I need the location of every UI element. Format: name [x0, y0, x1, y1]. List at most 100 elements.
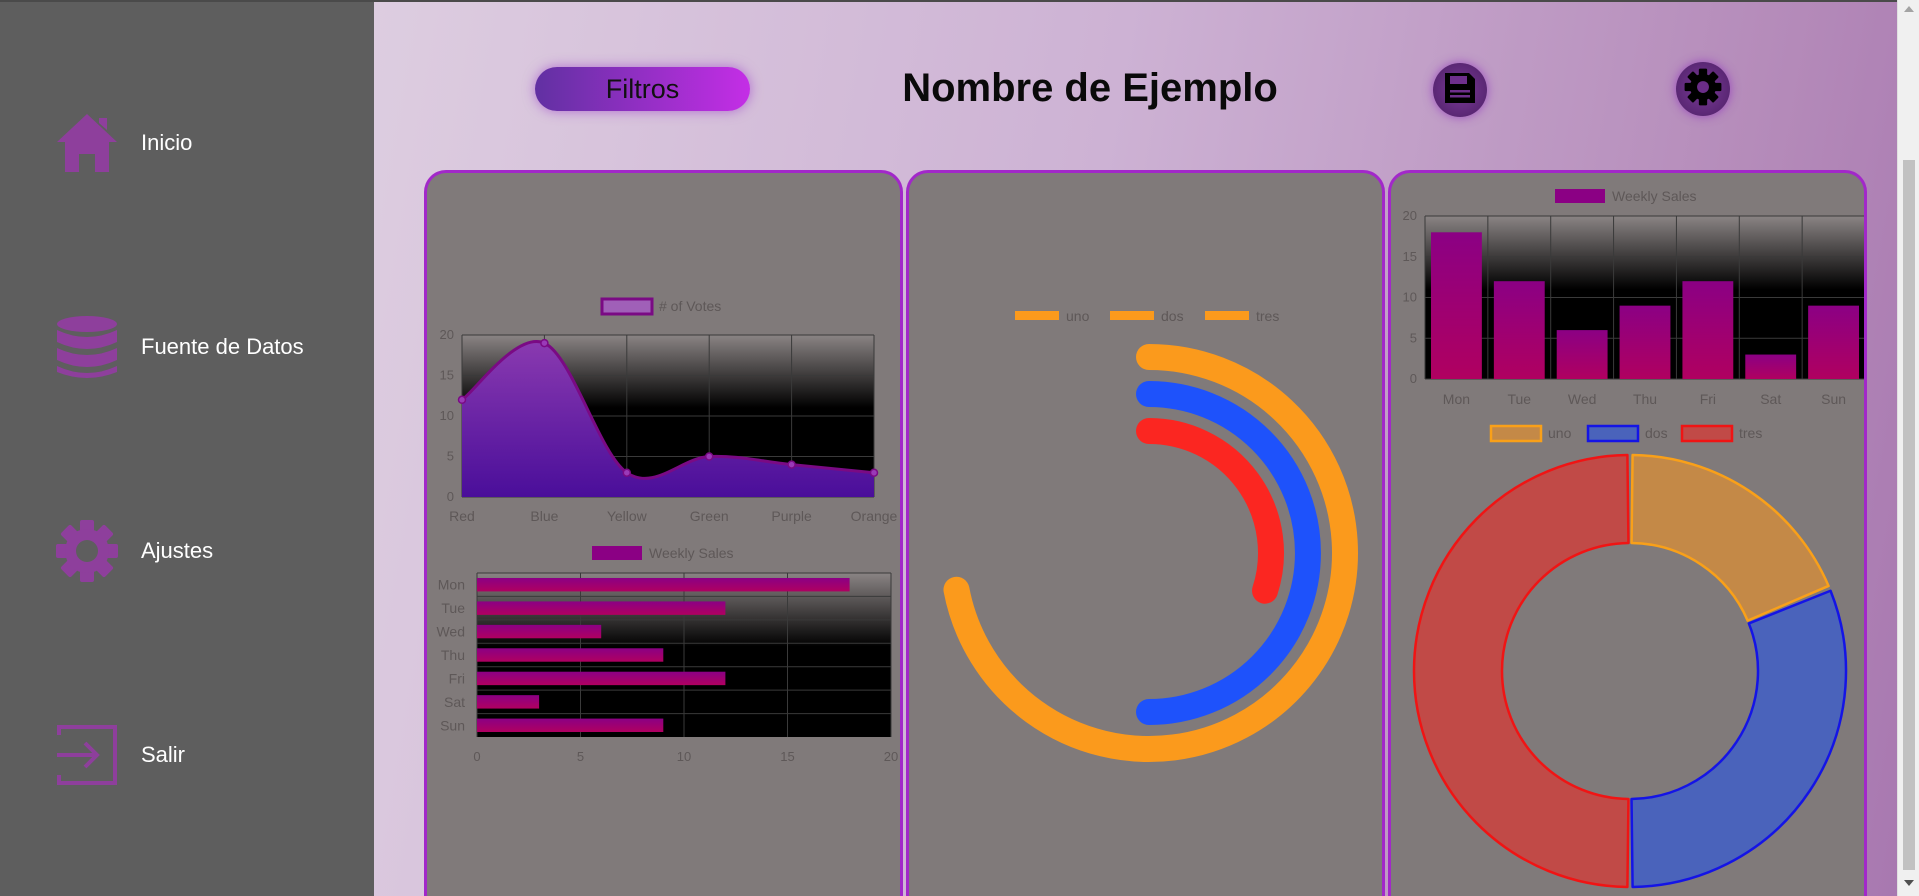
- y-tick-label: 15: [440, 368, 454, 383]
- x-tick-label: Sat: [1760, 391, 1781, 407]
- chart-panel-right: 0 5 10 15 20 Mon Tue Wed Thu Fri Sat Sun Weekly Sale…: [1388, 170, 1867, 896]
- donut-slice-uno: [1630, 453, 1830, 622]
- legend-label: Weekly Sales: [649, 545, 734, 561]
- sidebar-item-salir[interactable]: Salir: [54, 722, 185, 788]
- y-tick-label: 0: [447, 489, 454, 504]
- hbar-bar: [477, 648, 664, 662]
- x-tick-label: Orange: [851, 508, 898, 524]
- legend-label: uno: [1066, 308, 1090, 324]
- legend-label: dos: [1645, 425, 1668, 441]
- y-tick-label: Sun: [440, 717, 465, 733]
- legend-swatch: [1205, 311, 1249, 320]
- hbar-bar: [477, 695, 540, 709]
- right-charts-svg: 0 5 10 15 20 Mon Tue Wed Thu Fri Sat Sun Weekly Sale…: [1403, 188, 1864, 889]
- x-tick-label: 5: [577, 749, 584, 764]
- line-point: [704, 452, 714, 461]
- x-tick-label: 15: [780, 749, 794, 764]
- y-tick-label: 10: [1403, 290, 1417, 305]
- y-tick-label: Mon: [438, 577, 465, 593]
- x-tick-label: 20: [884, 749, 898, 764]
- line-point: [869, 468, 879, 477]
- legend-label: tres: [1256, 308, 1279, 324]
- scroll-up-arrow-icon[interactable]: [1904, 6, 1914, 12]
- save-icon: [1443, 71, 1477, 110]
- legend-label: uno: [1548, 425, 1572, 441]
- hbar-bar: [477, 718, 664, 732]
- home-icon: [54, 110, 119, 176]
- gear-icon: [1684, 68, 1722, 111]
- y-tick-label: 5: [447, 449, 454, 464]
- settings-button[interactable]: [1676, 62, 1730, 116]
- chart-panel-middle: uno dos tres: [906, 170, 1385, 896]
- legend-swatch: [1110, 311, 1154, 320]
- x-tick-label: Yellow: [607, 508, 648, 524]
- y-tick-label: Sat: [444, 694, 465, 710]
- hbar-bar: [477, 624, 602, 639]
- page-title: Nombre de Ejemplo: [902, 66, 1278, 110]
- y-tick-label: Thu: [441, 647, 465, 663]
- legend-label: dos: [1161, 308, 1184, 324]
- legend-swatch: [1586, 424, 1640, 443]
- hbar-bar: [477, 578, 850, 592]
- scroll-thumb[interactable]: [1903, 160, 1915, 870]
- y-tick-label: Tue: [441, 600, 465, 616]
- y-tick-label: 5: [1410, 330, 1417, 345]
- vbar-bar: [1493, 281, 1545, 379]
- x-tick-label: 0: [473, 749, 480, 764]
- y-tick-label: 15: [1403, 249, 1417, 264]
- line-point: [622, 468, 632, 477]
- x-tick-label: Blue: [530, 508, 558, 524]
- legend-swatch: [1555, 189, 1605, 203]
- left-charts-svg: 0 5 10 15 20 Red Blue Yellow Green Purple Orange # …: [436, 297, 898, 764]
- donut-slice-dos: [1630, 589, 1848, 889]
- legend-swatch: [1489, 424, 1543, 443]
- line-point: [457, 395, 467, 405]
- y-tick-label: Fri: [449, 670, 465, 686]
- donut-slice-tres: [1412, 453, 1630, 889]
- line-point: [540, 338, 549, 348]
- x-tick-label: Mon: [1443, 391, 1470, 407]
- scroll-down-arrow-icon[interactable]: [1904, 880, 1914, 886]
- sidebar-item-fuente-de-datos[interactable]: Fuente de Datos: [54, 314, 304, 380]
- vbar-bar: [1745, 354, 1797, 379]
- sidebar-item-inicio[interactable]: Inicio: [54, 110, 192, 176]
- y-tick-label: Wed: [436, 624, 465, 640]
- middle-charts-svg: uno dos tres: [943, 308, 1358, 762]
- x-tick-label: Thu: [1633, 391, 1657, 407]
- filter-button[interactable]: Filtros: [535, 67, 750, 111]
- hbar-bar: [477, 601, 726, 615]
- legend-swatch: [600, 297, 654, 316]
- save-button[interactable]: [1433, 63, 1487, 117]
- arc-segment-uno: [943, 344, 1358, 762]
- sidebar-item-label: Inicio: [141, 130, 193, 155]
- y-tick-label: 10: [440, 408, 454, 423]
- gear-icon: [54, 518, 119, 584]
- legend-label: tres: [1739, 425, 1762, 441]
- legend-label: Weekly Sales: [1612, 188, 1697, 204]
- sidebar-item-label: Salir: [141, 742, 186, 767]
- vbar-bar: [1431, 232, 1482, 379]
- legend-swatch: [592, 546, 642, 560]
- legend-swatch: [1015, 311, 1059, 320]
- x-tick-label: 10: [677, 749, 691, 764]
- y-tick-label: 0: [1410, 371, 1417, 386]
- chart-panel-left: 0 5 10 15 20 Red Blue Yellow Green Purple Orange # …: [424, 170, 903, 896]
- line-point: [787, 460, 796, 469]
- sidebar-item-ajustes[interactable]: Ajustes: [54, 518, 213, 584]
- database-icon: [54, 314, 119, 380]
- x-tick-label: Red: [449, 508, 475, 524]
- x-tick-label: Fri: [1700, 391, 1716, 407]
- sidebar: Inicio Fuente de Datos Ajustes Salir: [0, 0, 374, 896]
- logout-icon: [54, 722, 119, 788]
- y-tick-label: 20: [1403, 208, 1417, 223]
- vbar-bar: [1682, 281, 1734, 379]
- arc-segment-tres: [1136, 418, 1284, 604]
- hbar-bar: [477, 671, 726, 686]
- sidebar-item-label: Fuente de Datos: [141, 334, 304, 359]
- legend-swatch: [1680, 424, 1734, 443]
- x-tick-label: Purple: [771, 508, 812, 524]
- x-tick-label: Wed: [1568, 391, 1597, 407]
- y-tick-label: 20: [440, 327, 454, 342]
- scrollbar[interactable]: [1897, 0, 1919, 896]
- vbar-bar: [1619, 305, 1671, 379]
